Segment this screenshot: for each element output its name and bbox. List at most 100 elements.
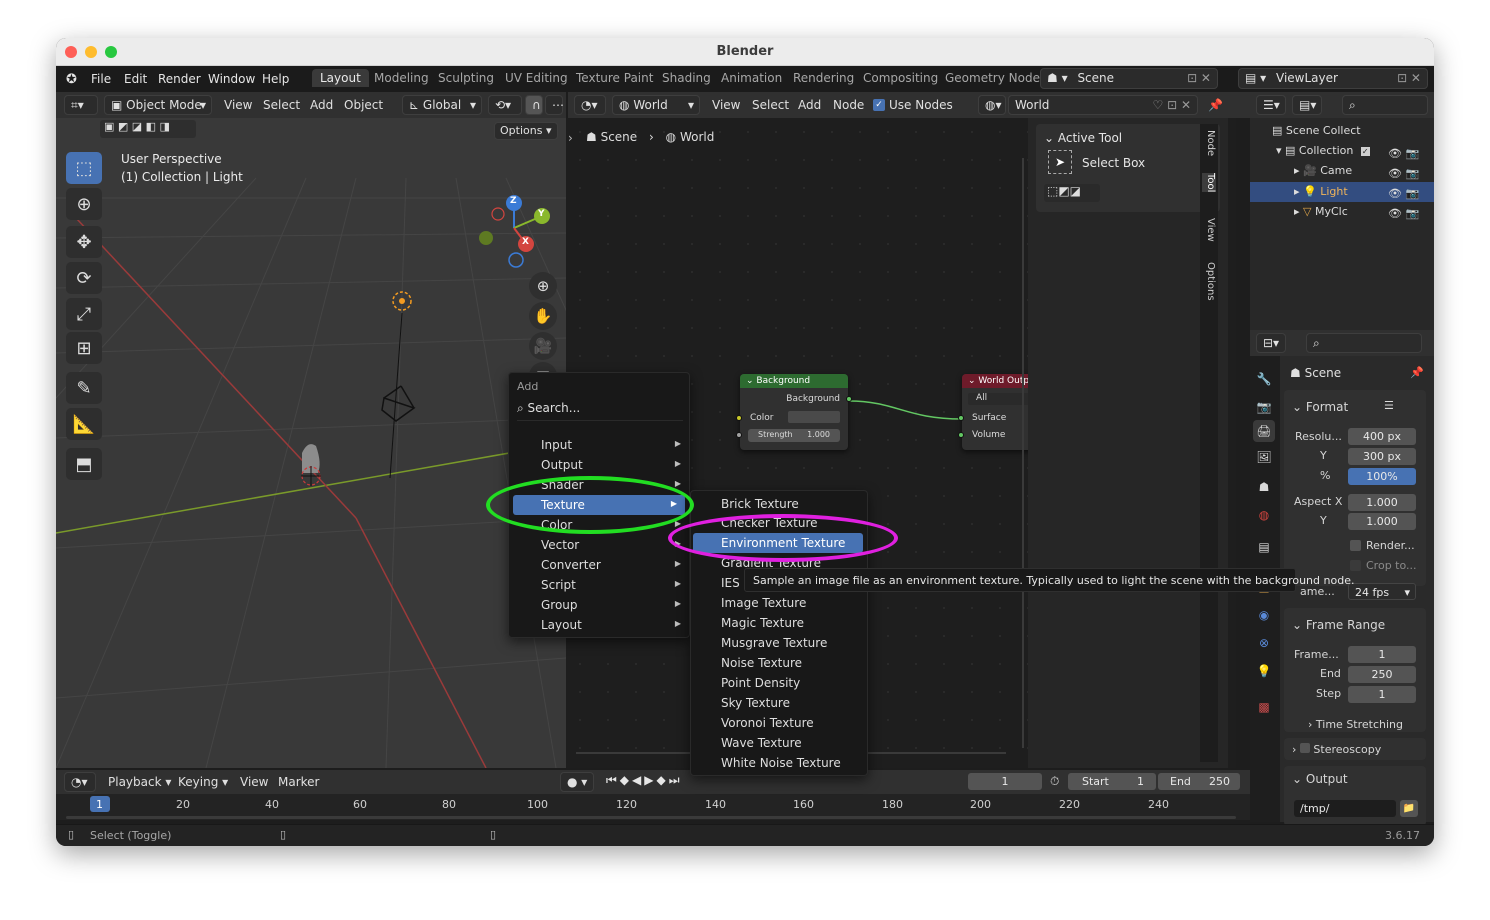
add-menu-item-converter[interactable]: Converter ▶ (509, 555, 689, 575)
pin-icon[interactable]: 📌 (1410, 366, 1424, 379)
add-menu-search[interactable]: ⌕ Search... (517, 401, 683, 421)
time-stretching-header[interactable]: › Time Stretching (1308, 718, 1403, 731)
current-frame-field[interactable]: 1 (968, 773, 1042, 790)
camera-view-icon[interactable]: 🎥 (529, 332, 557, 360)
transform-orientation-dropdown[interactable]: ⊾ Global ▾ (402, 95, 482, 115)
texture-item-musgrave[interactable]: Musgrave Texture (691, 633, 867, 653)
timeline-scrollbar[interactable] (66, 816, 1236, 819)
timeline-menu-marker[interactable]: Marker (278, 775, 319, 789)
object-data-tab-icon[interactable]: 💡 (1253, 660, 1275, 682)
resolution-percent-field[interactable]: 100% (1348, 468, 1416, 485)
timeline-menu-keying[interactable]: Keying ▾ (178, 775, 228, 789)
menu-render[interactable]: Render (158, 72, 201, 86)
texture-item-sky[interactable]: Sky Texture (691, 693, 867, 713)
presets-list-icon[interactable]: ☰ (1384, 399, 1394, 412)
frame-end-field[interactable]: 250 (1348, 666, 1416, 683)
world-tab-icon[interactable]: ◍ (1253, 504, 1275, 526)
viewlayer-selector[interactable]: ▤ ▾ ViewLayer ⊡ ✕ (1238, 68, 1428, 89)
workspace-tab-modeling[interactable]: Modeling (374, 71, 429, 85)
crop-to-region-checkbox[interactable] (1350, 560, 1361, 571)
tool-select-box-icon[interactable]: ⬚ (66, 152, 102, 184)
editor-type-node-icon[interactable]: ◔▾ (574, 95, 606, 115)
tool-cursor-icon[interactable]: ⊕ (66, 188, 102, 220)
visibility-toggles[interactable]: 👁 📷 👁 📷 👁 📷 👁 📷 (1388, 144, 1419, 224)
folder-icon[interactable]: 📁 (1400, 800, 1418, 817)
snap-target-icon[interactable]: ⋯ (545, 95, 564, 115)
node-menu-add[interactable]: Add (798, 98, 821, 112)
output-path-field[interactable]: /tmp/ (1294, 800, 1396, 817)
3d-viewport[interactable]: Z Y X ▣ ◩ ◪ ◧ ◨ Options ▾ User Perspecti… (56, 118, 566, 768)
texture-item-image[interactable]: Image Texture (691, 593, 867, 613)
background-node-header[interactable]: ⌄ Background (740, 374, 848, 388)
scene-selector[interactable]: ☗ ▾ Scene ⊡ ✕ (1040, 68, 1218, 89)
add-menu-item-script[interactable]: Script ▶ (509, 575, 689, 595)
tool-add-cube-icon[interactable]: ⬒ (66, 448, 102, 480)
texture-item-magic[interactable]: Magic Texture (691, 613, 867, 633)
strength-field[interactable]: Strength 1.000 (748, 429, 840, 442)
editor-type-outliner-icon[interactable]: ☰▾ (1256, 95, 1286, 115)
pin-icon[interactable]: 📌 (1208, 98, 1223, 112)
stereoscopy-checkbox[interactable] (1299, 743, 1310, 753)
workspace-tab-animation[interactable]: Animation (721, 71, 782, 85)
select-mode-buttons[interactable]: ▣ ◩ ◪ ◧ ◨ (100, 120, 196, 138)
frame-start-timeline-field[interactable]: Start 1 (1068, 773, 1156, 790)
texture-item-brick[interactable]: Brick Texture (691, 494, 867, 514)
menu-edit[interactable]: Edit (124, 72, 147, 86)
strength-input-socket[interactable] (736, 432, 742, 438)
background-node[interactable]: ⌄ Background Background Color Strength 1… (736, 374, 852, 450)
outliner-row-camera[interactable]: ▸ 🎥 Came (1294, 164, 1352, 177)
viewport-menu-view[interactable]: View (224, 98, 252, 112)
timeline-menu-view[interactable]: View (240, 775, 268, 789)
world-browse-icon[interactable]: ◍▾ (978, 95, 1006, 115)
editor-type-timeline-icon[interactable]: ◔▾ (64, 772, 96, 792)
menu-help[interactable]: Help (262, 72, 289, 86)
tool-annotate-icon[interactable]: ✎ (66, 372, 102, 404)
object-mode-dropdown[interactable]: ▣ Object Mode ▾ (104, 95, 212, 115)
viewport-menu-add[interactable]: Add (310, 98, 333, 112)
texture-item-white-noise[interactable]: White Noise Texture (691, 753, 867, 773)
tool-scale-icon[interactable]: ⤢ (66, 298, 102, 330)
outliner-search-icon[interactable]: ⌕ (1342, 95, 1428, 115)
workspace-tab-uv-editing[interactable]: UV Editing (505, 71, 568, 85)
sidebar-tab-view[interactable]: View (1202, 218, 1216, 242)
stopwatch-icon[interactable]: ⏱ (1050, 774, 1059, 789)
frame-rate-dropdown[interactable]: 24 fps ▾ (1348, 583, 1416, 600)
viewport-options-dropdown[interactable]: Options ▾ (494, 122, 558, 140)
outliner-row-light[interactable]: ▸ 💡 Light (1294, 185, 1348, 198)
output-tab-icon[interactable]: 🖨 (1253, 420, 1275, 442)
shader-type-dropdown[interactable]: ◍ World ▾ (612, 95, 700, 115)
active-tool-header[interactable]: ⌄ Active Tool (1044, 131, 1122, 145)
add-menu-item-vector[interactable]: Vector ▶ (509, 535, 689, 555)
workspace-tab-layout[interactable]: Layout (312, 69, 369, 87)
texture-item-wave[interactable]: Wave Texture (691, 733, 867, 753)
workspace-tab-sculpting[interactable]: Sculpting (438, 71, 494, 85)
frame-end-timeline-field[interactable]: End 250 (1158, 773, 1240, 790)
tool-transform-icon[interactable]: ⊞ (66, 332, 102, 364)
eye-icon[interactable]: 👁 📷 (1388, 164, 1419, 184)
aspect-y-field[interactable]: 1.000 (1348, 513, 1416, 530)
menu-file[interactable]: File (91, 72, 111, 86)
node-menu-select[interactable]: Select (752, 98, 789, 112)
add-menu-item-group[interactable]: Group ▶ (509, 595, 689, 615)
scene-tab-icon[interactable]: ☗ (1253, 476, 1275, 498)
workspace-tab-texture-paint[interactable]: Texture Paint (576, 71, 653, 85)
view-layer-tab-icon[interactable]: 🖼 (1253, 446, 1275, 468)
blender-logo-icon[interactable]: ✪ (66, 72, 77, 87)
constraints-tab-icon[interactable]: ⊗ (1253, 632, 1275, 654)
pan-view-hand-icon[interactable]: ✋ (529, 302, 557, 330)
node-menu-view[interactable]: View (712, 98, 740, 112)
exclude-checkbox[interactable]: ✓ (1360, 147, 1370, 156)
tool-move-icon[interactable]: ✥ (66, 226, 102, 258)
world-datablock-field[interactable]: World ♡ ⊡ ✕ (1008, 95, 1198, 115)
texture-item-voronoi[interactable]: Voronoi Texture (691, 713, 867, 733)
node-menu-node[interactable]: Node (833, 98, 864, 112)
viewport-menu-object[interactable]: Object (344, 98, 383, 112)
volume-input-socket[interactable] (958, 432, 964, 438)
viewport-menu-select[interactable]: Select (263, 98, 300, 112)
format-panel-header[interactable]: ⌄ Format (1292, 400, 1348, 414)
color-input-socket[interactable] (736, 415, 742, 421)
background-output-socket[interactable] (846, 396, 852, 402)
texture-item-point-density[interactable]: Point Density (691, 673, 867, 693)
frame-step-field[interactable]: 1 (1348, 686, 1416, 703)
pivot-point-icon[interactable]: ⟲▾ (488, 95, 522, 115)
